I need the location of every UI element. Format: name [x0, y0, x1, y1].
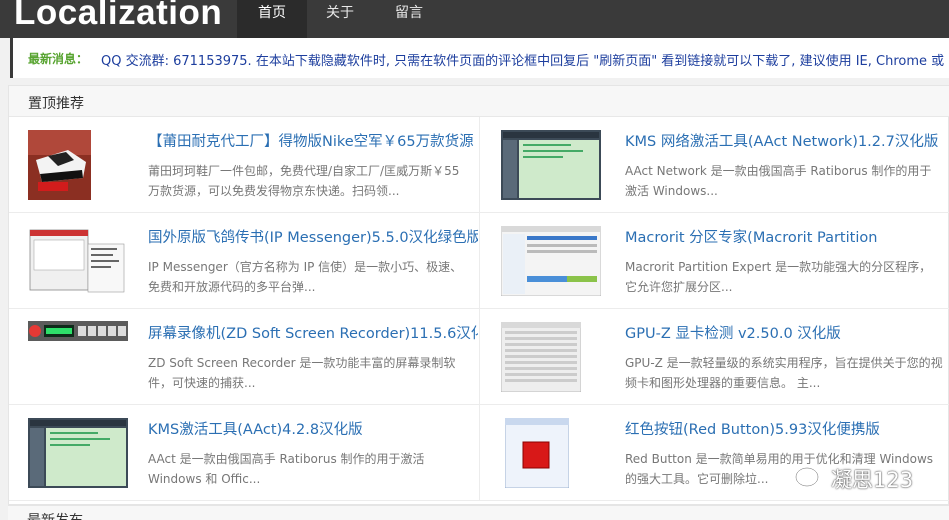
- post-desc: AAct 是一款由俄国高手 Ratiborus 制作的用于激活 Windows …: [148, 452, 425, 486]
- post-card[interactable]: 屏幕录像机(ZD Soft Screen Recorder)11.5.6汉化 Z…: [9, 309, 479, 405]
- post-desc: AAct Network 是一款由俄国高手 Ratiborus 制作的用于激活 …: [625, 164, 932, 198]
- post-card[interactable]: Macrorit 分区专家(Macrorit Partition Macrori…: [479, 213, 949, 309]
- post-desc: IP Messenger（官方名称为 IP 信使）是一款小巧、极速、免费和开放源…: [148, 260, 463, 294]
- news-label: 最新消息：: [28, 52, 89, 66]
- post-card[interactable]: GPU-Z 显卡检测 v2.50.0 汉化版 GPU-Z 是一款轻量级的系统实用…: [479, 309, 949, 405]
- post-desc: 莆田珂珂鞋厂一件包邮，免费代理/自家工厂/匡威万斯￥55万款货源，可以免费发得物…: [148, 164, 460, 198]
- section-title: 置顶推荐: [28, 96, 84, 112]
- dialog-screenshot-thumb[interactable]: [28, 226, 128, 296]
- partition-screenshot-thumb[interactable]: [501, 226, 601, 296]
- post-desc: Macrorit Partition Expert 是一款功能强大的分区程序，它…: [625, 260, 932, 294]
- red-button-screenshot-thumb[interactable]: [505, 418, 569, 488]
- post-title[interactable]: 【莆田耐克代工厂】得物版Nike空军￥65万款货源: [148, 130, 478, 151]
- post-title[interactable]: KMS 网络激活工具(AAct Network)1.2.7汉化版: [625, 130, 949, 151]
- post-title[interactable]: 国外原版飞鸽传书(IP Messenger)5.5.0汉化绿色版: [148, 226, 478, 247]
- app-window-screenshot-thumb[interactable]: [501, 130, 601, 200]
- nav-item-home[interactable]: 首页: [237, 0, 307, 38]
- post-title[interactable]: 红色按钮(Red Button)5.93汉化便携版: [625, 418, 949, 439]
- news-bar: 最新消息： QQ 交流群: 671153975. 在本站下载隐藏软件时, 只需在…: [10, 38, 949, 78]
- wechat-icon: [795, 467, 826, 492]
- watermark-text: 凝思123: [831, 468, 914, 492]
- nav-item-message[interactable]: 留言: [373, 0, 445, 38]
- latest-section-header: 最新发布: [8, 505, 949, 520]
- post-card[interactable]: KMS 网络激活工具(AAct Network)1.2.7汉化版 AAct Ne…: [479, 117, 949, 213]
- watermark: 凝思123: [795, 462, 925, 498]
- post-card[interactable]: 【莆田耐克代工厂】得物版Nike空军￥65万款货源 莆田珂珂鞋厂一件包邮，免费代…: [9, 117, 479, 213]
- post-title[interactable]: GPU-Z 显卡检测 v2.50.0 汉化版: [625, 322, 949, 343]
- gpu-z-screenshot-thumb[interactable]: [501, 322, 581, 392]
- post-desc: GPU-Z 是一款轻量级的系统实用程序，旨在提供关于您的视频卡和图形处理器的重要…: [625, 356, 943, 390]
- latest-section-title: 最新发布: [27, 510, 83, 520]
- post-title[interactable]: Macrorit 分区专家(Macrorit Partition: [625, 226, 949, 247]
- news-text[interactable]: QQ 交流群: 671153975. 在本站下载隐藏软件时, 只需在软件页面的评…: [101, 50, 949, 69]
- app-window-screenshot-thumb[interactable]: [28, 418, 128, 488]
- featured-panel: 置顶推荐 【莆田耐克代工厂】得物版Nike空军￥65万款货源 莆田珂珂鞋厂一件包…: [8, 85, 949, 505]
- post-title[interactable]: 屏幕录像机(ZD Soft Screen Recorder)11.5.6汉化: [148, 322, 478, 343]
- post-card[interactable]: KMS激活工具(AAct)4.2.8汉化版 AAct 是一款由俄国高手 Rati…: [9, 405, 479, 501]
- post-card[interactable]: 国外原版飞鸽传书(IP Messenger)5.5.0汉化绿色版 IP Mess…: [9, 213, 479, 309]
- sneaker-photo-thumb[interactable]: [28, 130, 91, 200]
- recorder-toolbar-screenshot-thumb[interactable]: [28, 321, 128, 341]
- post-desc: ZD Soft Screen Recorder 是一款功能丰富的屏幕录制软件，可…: [148, 356, 456, 390]
- top-navbar: Localization 首页 关于 留言: [0, 0, 949, 38]
- post-title[interactable]: KMS激活工具(AAct)4.2.8汉化版: [148, 418, 478, 439]
- site-logo[interactable]: Localization: [14, 0, 222, 33]
- panel-header: 置顶推荐: [9, 86, 949, 117]
- nav-item-about[interactable]: 关于: [307, 0, 373, 38]
